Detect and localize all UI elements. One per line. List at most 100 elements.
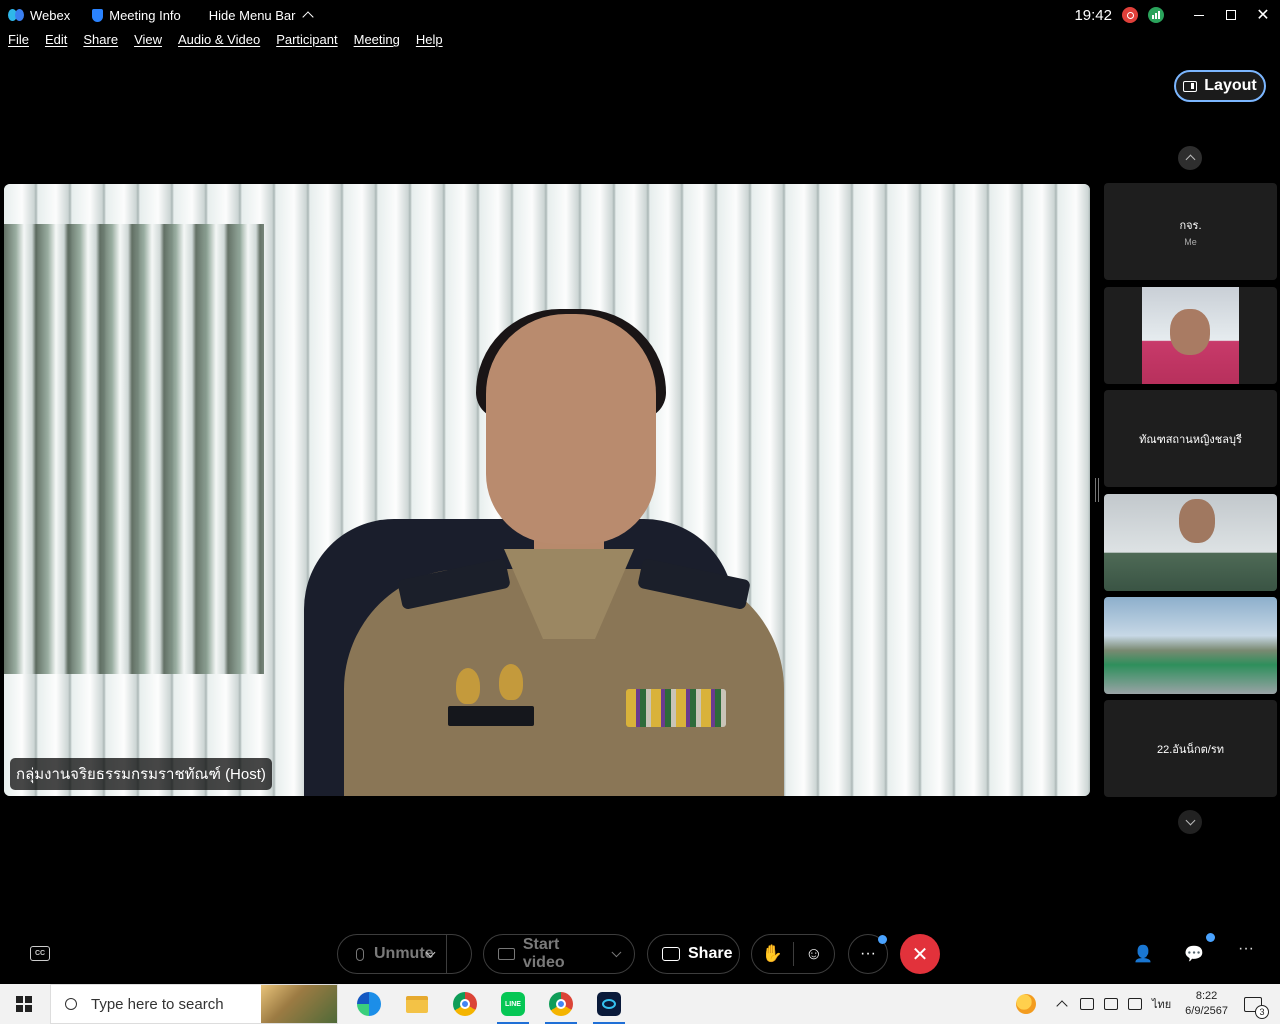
chrome-icon xyxy=(453,992,477,1016)
taskbar-time: 8:22 xyxy=(1195,990,1218,1002)
menu-participant[interactable]: Participant xyxy=(276,32,337,54)
video-ribbon-bar xyxy=(626,689,726,727)
scroll-up-button[interactable] xyxy=(1178,146,1202,170)
folder-icon xyxy=(406,995,428,1013)
meeting-clock: 19:42 xyxy=(1074,6,1112,24)
participant-tile[interactable] xyxy=(1104,597,1277,694)
menu-view[interactable]: View xyxy=(134,32,162,54)
menu-share[interactable]: Share xyxy=(83,32,118,54)
meeting-info-button[interactable]: Meeting Info xyxy=(92,8,181,23)
chevron-up-icon[interactable] xyxy=(1056,1000,1068,1012)
unmute-button[interactable]: Unmute xyxy=(337,934,472,974)
scroll-down-button[interactable] xyxy=(1178,810,1202,834)
video-person-face xyxy=(486,314,656,544)
chrome-profile-icon xyxy=(549,992,573,1016)
participant-name: 22.อันน็กต/รท xyxy=(1157,743,1224,756)
active-speaker-video[interactable]: กลุ่มงานจริยธรรมกรมราชทัณฑ์ (Host) xyxy=(4,184,1090,796)
menu-audio-video[interactable]: Audio & Video xyxy=(178,32,260,54)
hide-menu-bar-label: Hide Menu Bar xyxy=(208,7,296,23)
participant-tile[interactable]: ทัณฑสถานหญิงชลบุรี xyxy=(1104,390,1277,487)
start-video-button[interactable]: Start video xyxy=(483,934,635,974)
taskbar-edge[interactable] xyxy=(345,984,393,1024)
active-speaker-name: กลุ่มงานจริยธรรมกรมราชทัณฑ์ (Host) xyxy=(10,758,272,790)
start-video-label: Start video xyxy=(522,936,565,971)
closed-captions-icon[interactable]: CC xyxy=(30,946,50,961)
menu-bar: File Edit Share View Audio & Video Parti… xyxy=(0,32,451,54)
participant-tile[interactable]: 22.อันน็กต/รท xyxy=(1104,700,1277,797)
more-panels-icon[interactable]: ··· xyxy=(1238,940,1254,958)
participant-tile[interactable] xyxy=(1104,287,1277,384)
close-icon: ✕ xyxy=(1256,7,1270,24)
taskbar-search[interactable]: Type here to search xyxy=(50,984,338,1024)
notification-dot xyxy=(878,935,887,944)
network-icon[interactable] xyxy=(1127,998,1142,1010)
menu-help[interactable]: Help xyxy=(416,32,443,54)
menu-edit[interactable]: Edit xyxy=(45,32,67,54)
layout-label: Layout xyxy=(1204,77,1257,94)
layout-icon xyxy=(1183,80,1198,92)
participants-icon[interactable]: 👤 xyxy=(1133,944,1153,964)
share-label: Share xyxy=(688,945,733,962)
reactions-group: ✋ ☺ xyxy=(751,934,835,974)
share-button[interactable]: Share xyxy=(647,934,740,974)
participant-video xyxy=(1104,597,1277,694)
more-icon: ··· xyxy=(860,945,876,962)
taskbar-chrome-2[interactable] xyxy=(537,984,585,1024)
leave-meeting-button[interactable]: ✕ xyxy=(900,934,940,974)
minimize-icon xyxy=(1194,14,1204,16)
line-icon: LINE xyxy=(501,992,525,1016)
speaker-icon[interactable] xyxy=(1079,998,1094,1010)
video-badge-right xyxy=(499,664,523,700)
layout-button[interactable]: Layout xyxy=(1174,70,1266,102)
minimize-button[interactable] xyxy=(1184,0,1214,30)
meeting-info-label: Meeting Info xyxy=(109,7,181,23)
weather-icon[interactable] xyxy=(1015,994,1036,1014)
share-screen-icon xyxy=(662,947,680,961)
video-window-area xyxy=(4,224,264,674)
menu-file[interactable]: File xyxy=(8,32,29,54)
participant-video xyxy=(1104,494,1277,591)
taskbar-file-explorer[interactable] xyxy=(393,984,441,1024)
chevron-up-icon xyxy=(1185,154,1195,165)
chevron-up-icon xyxy=(301,11,314,23)
webex-logo-icon xyxy=(8,9,24,21)
title-bar: Webex Meeting Info Hide Menu Bar 19:42 ✕ xyxy=(0,0,1280,30)
shield-icon xyxy=(92,8,104,22)
raise-hand-icon[interactable]: ✋ xyxy=(752,944,793,964)
participant-name: กจร. xyxy=(1179,220,1202,232)
search-placeholder: Type here to search xyxy=(91,995,224,1013)
video-badge-left xyxy=(456,668,480,704)
recording-icon[interactable] xyxy=(1122,7,1138,23)
windows-start-icon[interactable] xyxy=(16,996,32,1012)
menu-meeting[interactable]: Meeting xyxy=(354,32,400,54)
participant-video xyxy=(1142,287,1239,384)
reactions-icon[interactable]: ☺ xyxy=(794,944,835,964)
search-icon xyxy=(65,998,77,1010)
hide-menu-bar-button[interactable]: Hide Menu Bar xyxy=(208,7,314,23)
taskbar-chrome[interactable] xyxy=(441,984,489,1024)
unmute-label: Unmute xyxy=(374,945,434,962)
chevron-down-icon[interactable] xyxy=(611,947,622,957)
participant-tile[interactable] xyxy=(1104,494,1277,591)
taskbar-date: 6/9/2567 xyxy=(1185,1005,1228,1017)
close-button[interactable]: ✕ xyxy=(1248,0,1278,30)
chevron-down-icon xyxy=(1185,815,1195,826)
windows-taskbar: Type here to search LINE ไทย 8:22 6/9/25… xyxy=(0,984,1280,1024)
chat-icon[interactable]: 💬 xyxy=(1184,944,1204,964)
taskbar-webex[interactable] xyxy=(585,984,633,1024)
notification-center-icon[interactable]: 3 xyxy=(1244,996,1269,1019)
webex-icon xyxy=(597,992,621,1016)
resize-handle[interactable] xyxy=(1095,478,1099,502)
taskbar-line[interactable]: LINE xyxy=(489,984,537,1024)
search-highlight-image xyxy=(261,985,337,1023)
taskbar-clock[interactable]: 8:22 6/9/2567 xyxy=(1185,989,1228,1019)
input-language[interactable]: ไทย xyxy=(1152,995,1171,1013)
participant-tile[interactable]: กจร. Me xyxy=(1104,183,1277,280)
titlebar-right: 19:42 ✕ xyxy=(1074,0,1280,30)
battery-icon[interactable] xyxy=(1103,998,1118,1010)
chat-notification-dot xyxy=(1206,933,1215,942)
maximize-button[interactable] xyxy=(1216,0,1246,30)
network-health-icon[interactable] xyxy=(1148,7,1164,23)
maximize-icon xyxy=(1226,10,1236,20)
microphone-muted-icon xyxy=(356,947,364,961)
